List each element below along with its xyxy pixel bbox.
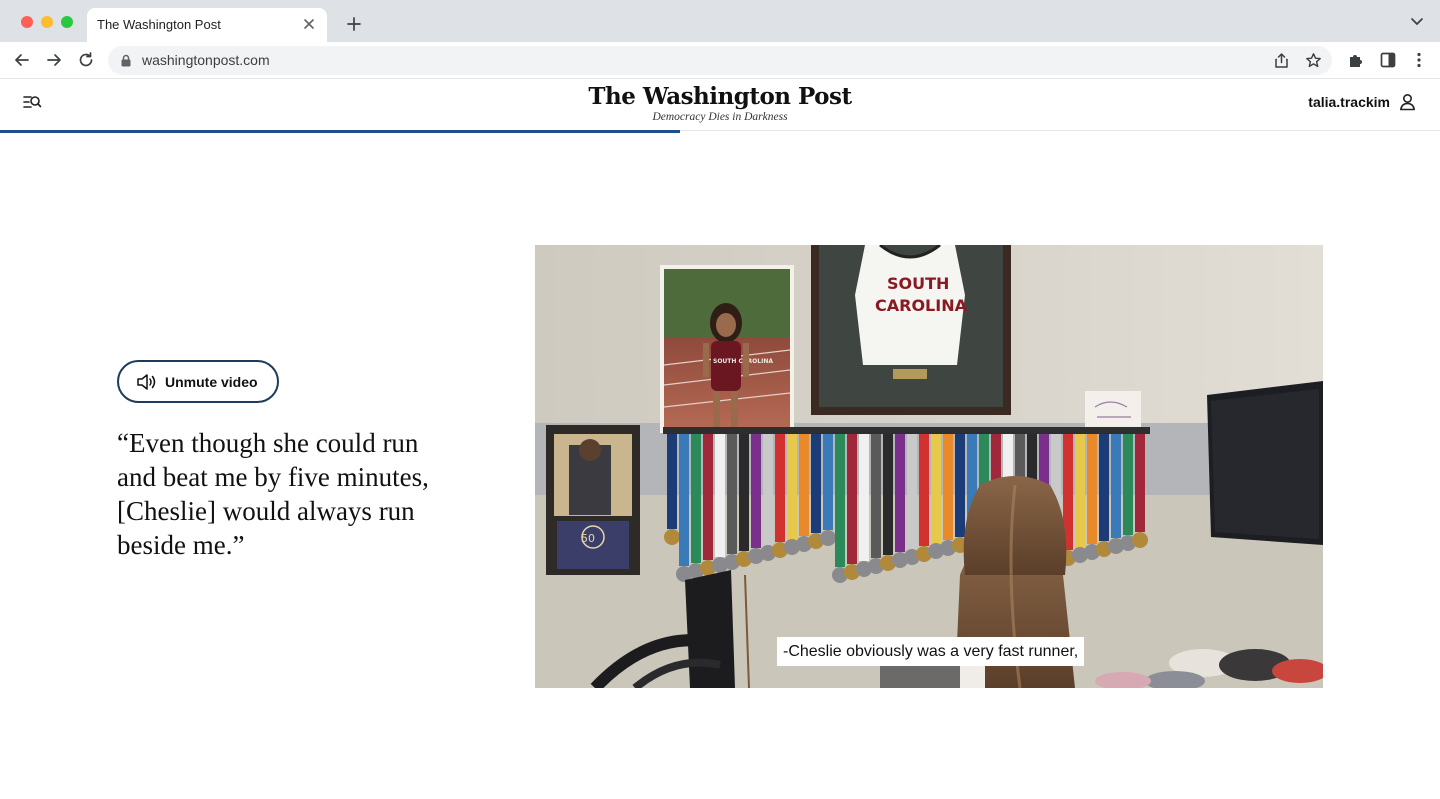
- more-vertical-icon[interactable]: [1410, 51, 1428, 69]
- masthead-tagline: Democracy Dies in Darkness: [652, 111, 788, 123]
- desk-items: [880, 665, 960, 688]
- menu-search-icon[interactable]: [22, 93, 42, 111]
- side-panel-icon[interactable]: [1379, 51, 1397, 69]
- runner-photo-print: SOUTH CAROLINA: [660, 265, 794, 433]
- tab-title: The Washington Post: [97, 17, 221, 32]
- window-zoom-button[interactable]: [61, 16, 73, 28]
- unmute-video-button[interactable]: Unmute video: [117, 360, 279, 403]
- bookmark-star-icon[interactable]: [1305, 52, 1322, 69]
- framed-jersey: SOUTH CAROLINA: [811, 245, 1011, 415]
- user-account-icon[interactable]: [1399, 93, 1416, 111]
- window-close-button[interactable]: [21, 16, 33, 28]
- video-frame: 50 SOUTH CAROLINA SOUTH CAROLINA: [535, 245, 1323, 688]
- extensions-puzzle-icon[interactable]: [1347, 51, 1365, 69]
- masthead-logo[interactable]: The Washington Post Democracy Dies in Da…: [540, 82, 900, 123]
- reading-progress-bar: [0, 130, 1440, 133]
- share-icon[interactable]: [1273, 52, 1290, 69]
- back-arrow-icon[interactable]: [13, 51, 31, 69]
- frame-badge: 50: [581, 532, 595, 545]
- browser-toolbar: washingtonpost.com: [0, 42, 1440, 79]
- unmute-video-label: Unmute video: [165, 374, 258, 390]
- browser-tabstrip: The Washington Post: [0, 0, 1440, 42]
- video-player[interactable]: 50 SOUTH CAROLINA SOUTH CAROLINA: [535, 245, 1323, 688]
- reading-progress-fill: [0, 130, 680, 133]
- medal-rack: [663, 427, 1150, 434]
- url-text: washingtonpost.com: [142, 52, 270, 68]
- close-icon[interactable]: [301, 16, 317, 32]
- speaker-muted-icon: [137, 374, 156, 390]
- lock-icon: [121, 54, 131, 67]
- forward-arrow-icon[interactable]: [45, 51, 63, 69]
- address-bar[interactable]: washingtonpost.com: [108, 46, 1332, 75]
- masthead-title: The Washington Post: [588, 83, 852, 110]
- jersey-line1: SOUTH: [887, 274, 949, 293]
- reload-icon[interactable]: [77, 51, 95, 69]
- chevron-down-icon[interactable]: [1410, 17, 1424, 27]
- window-minimize-button[interactable]: [41, 16, 53, 28]
- video-caption: -Cheslie obviously was a very fast runne…: [777, 637, 1085, 666]
- account-username[interactable]: talia.trackim: [1308, 94, 1390, 110]
- jersey-line2: CAROLINA: [875, 296, 968, 315]
- new-tab-plus-icon[interactable]: [345, 15, 363, 33]
- small-drawing: [1085, 391, 1141, 429]
- pull-quote: “Even though she could run and beat me b…: [117, 428, 429, 560]
- wall-tv: [1207, 381, 1323, 545]
- framed-photo-left: 50: [546, 425, 640, 575]
- browser-tab-active[interactable]: The Washington Post: [87, 8, 327, 42]
- site-header: The Washington Post Democracy Dies in Da…: [0, 80, 1440, 131]
